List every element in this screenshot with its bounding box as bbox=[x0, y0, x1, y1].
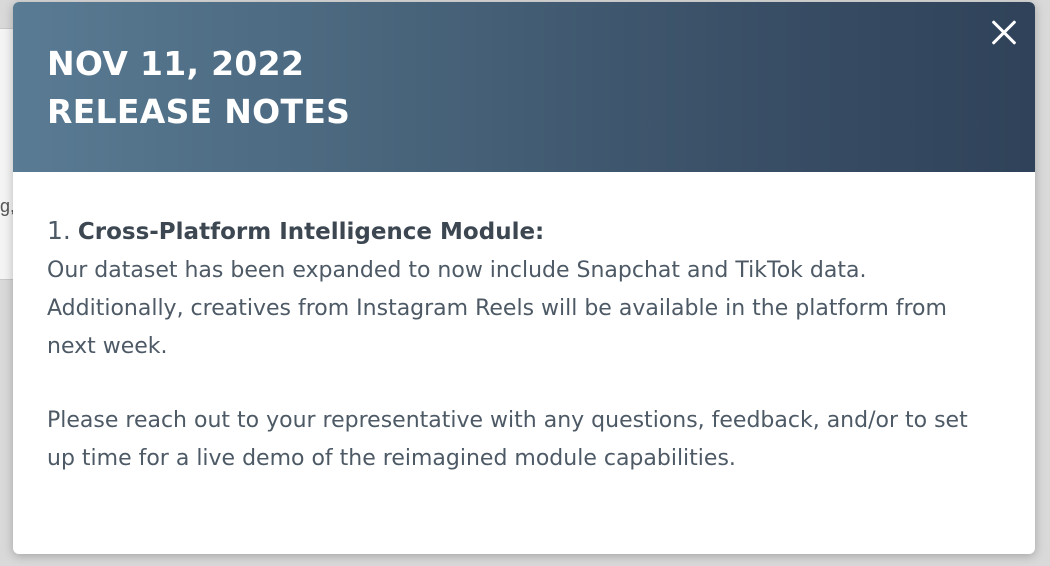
release-item-heading: 1. Cross-Platform Intelligence Module: bbox=[47, 212, 1001, 252]
release-notes-modal: NOV 11, 2022 RELEASE NOTES 1. Cross-Plat… bbox=[13, 2, 1035, 554]
release-item-number: 1. bbox=[47, 216, 71, 245]
release-item-title: Cross-Platform Intelligence Module: bbox=[77, 219, 545, 245]
modal-header: NOV 11, 2022 RELEASE NOTES bbox=[13, 2, 1035, 172]
close-icon[interactable] bbox=[987, 16, 1021, 50]
closing-message: Please reach out to your representative … bbox=[47, 408, 968, 471]
release-item: 1. Cross-Platform Intelligence Module: O… bbox=[47, 212, 1001, 366]
modal-body: 1. Cross-Platform Intelligence Module: O… bbox=[13, 172, 1035, 478]
release-date: NOV 11, 2022 bbox=[47, 44, 305, 83]
release-item-description: Our dataset has been expanded to now inc… bbox=[47, 258, 947, 359]
modal-title: RELEASE NOTES bbox=[47, 92, 351, 131]
